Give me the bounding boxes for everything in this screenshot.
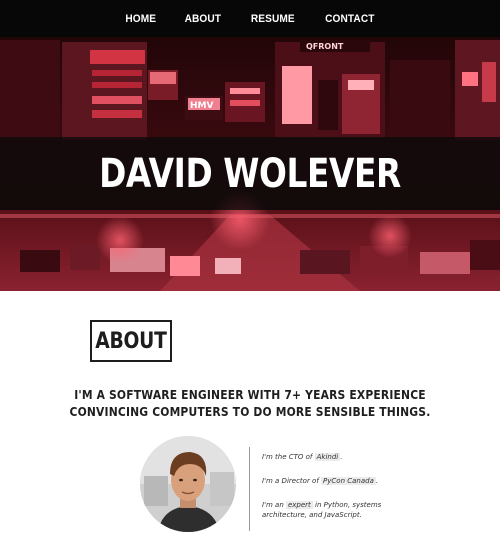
- about-heading-box: ABOUT: [90, 320, 172, 362]
- fact-director: I'm a Director of PyCon Canada.: [262, 477, 379, 485]
- pycon-canada-link[interactable]: PyCon Canada: [321, 477, 376, 485]
- about-heading: ABOUT: [95, 328, 167, 354]
- about-tagline: I'M A SOFTWARE ENGINEER WITH 7+ YEARS EX…: [0, 386, 500, 420]
- vertical-divider: [249, 447, 250, 531]
- nav-home-link[interactable]: HOME: [125, 13, 156, 25]
- qfront-sign: QFRONT: [306, 42, 344, 51]
- fact-expert: I'm an expert in Python, systems archite…: [262, 501, 382, 519]
- akindi-link[interactable]: Akindi: [314, 453, 341, 461]
- nav-resume-link[interactable]: RESUME: [251, 13, 295, 25]
- expert-link[interactable]: expert: [285, 501, 313, 509]
- page: HMV QFRONT HOME ABOUT RESUME CONTACT DAV…: [0, 0, 500, 548]
- hmv-sign: HMV: [190, 101, 213, 111]
- tagline-line-2: CONVINCING COMPUTERS TO DO MORE SENSIBLE…: [69, 404, 431, 419]
- profile-photo-image: [140, 436, 236, 532]
- title-band: DAVID WOLEVER: [0, 137, 500, 210]
- site-title: DAVID WOLEVER: [99, 150, 401, 197]
- hero-banner: HMV QFRONT HOME ABOUT RESUME CONTACT DAV…: [0, 0, 500, 291]
- nav-about-link[interactable]: ABOUT: [185, 13, 221, 25]
- nav-contact-link[interactable]: CONTACT: [325, 13, 374, 25]
- top-navigation: HOME ABOUT RESUME CONTACT: [0, 0, 500, 37]
- profile-photo: [140, 436, 236, 532]
- tagline-line-1: I'M A SOFTWARE ENGINEER WITH 7+ YEARS EX…: [74, 387, 426, 402]
- about-facts: I'm the CTO of Akindi. I'm a Director of…: [262, 452, 402, 520]
- fact-cto: I'm the CTO of Akindi.: [262, 453, 343, 461]
